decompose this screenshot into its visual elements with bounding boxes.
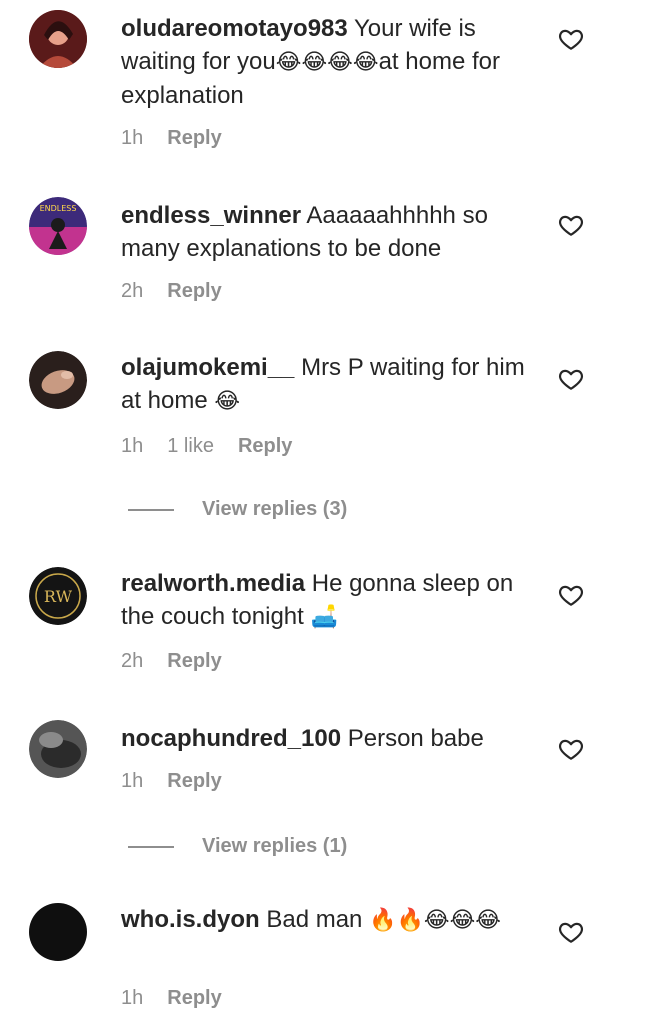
comment-meta: 1h Reply [121,987,222,1010]
avatar-image [29,351,87,409]
comment-item: oludareomotayo983 Your wife is waiting f… [0,10,659,160]
avatar[interactable]: ENDLESS [29,197,87,255]
fire-laughing-emoji: 🔥🔥😂😂😂 [369,908,501,933]
reply-button[interactable]: Reply [167,770,221,793]
laughing-emoji: 😂😂😂😂 [275,50,379,75]
avatar-text: RW [44,587,73,606]
avatar-image [29,720,87,778]
avatar[interactable] [29,10,87,68]
comment-text: nocaphundred_100 Person babe [121,725,484,752]
heart-icon[interactable] [558,26,584,52]
username[interactable]: oludareomotayo983 [121,15,348,42]
comment-meta: 1h Reply [121,127,222,150]
avatar-image: ENDLESS [29,197,87,255]
divider-line [128,845,174,848]
reply-button[interactable]: Reply [167,127,221,150]
username[interactable]: olajumokemi__ [121,354,294,381]
couch-emoji: 🛋️ [310,605,338,630]
laughing-emoji: 😂 [214,389,241,414]
avatar[interactable] [29,351,87,409]
avatar[interactable] [29,903,87,961]
comment-text: realworth.media He gonna sleep on the co… [121,570,514,630]
heart-icon[interactable] [558,212,584,238]
comment-meta: 2h Reply [121,650,222,673]
reply-button[interactable]: Reply [167,987,221,1010]
comment-item: olajumokemi__ Mrs P waiting for him at h… [0,351,659,471]
comment-item: RW realworth.media He gonna sleep on the… [0,567,659,687]
comment-text: olajumokemi__ Mrs P waiting for him at h… [121,354,525,414]
avatar-text: ENDLESS [40,204,77,213]
view-replies-button[interactable]: View replies (1) [128,835,347,858]
username[interactable]: nocaphundred_100 [121,725,341,752]
username[interactable]: who.is.dyon [121,906,260,933]
reply-button[interactable]: Reply [167,650,221,673]
timestamp: 2h [121,280,144,302]
username[interactable]: realworth.media [121,570,305,597]
comment-meta: 2h Reply [121,280,222,303]
heart-icon[interactable] [558,919,584,945]
username[interactable]: endless_winner [121,202,301,229]
avatar[interactable] [29,720,87,778]
comment-meta: 1h Reply [121,770,222,793]
heart-icon[interactable] [558,736,584,762]
divider-line [128,508,174,511]
comment-text: endless_winner Aaaaaahhhhh so many expla… [121,202,488,262]
view-replies-button[interactable]: View replies (3) [128,498,347,521]
reply-button[interactable]: Reply [238,435,292,458]
comment-meta: 1h 1 like Reply [121,435,292,458]
comment-text: who.is.dyon Bad man 🔥🔥😂😂😂 [121,906,501,933]
timestamp: 1h [121,987,144,1009]
comment-item: ENDLESS endless_winner Aaaaaahhhhh so ma… [0,197,659,317]
timestamp: 1h [121,127,144,149]
avatar-image [29,10,87,68]
heart-icon[interactable] [558,366,584,392]
heart-icon[interactable] [558,582,584,608]
like-count[interactable]: 1 like [167,435,214,458]
timestamp: 2h [121,650,144,672]
comment-text: oludareomotayo983 Your wife is waiting f… [121,15,500,109]
reply-button[interactable]: Reply [167,280,221,303]
timestamp: 1h [121,770,144,792]
avatar[interactable]: RW [29,567,87,625]
avatar-image: RW [29,567,87,625]
comment-item: nocaphundred_100 Person babe 1h Reply [0,720,659,810]
comment-item: who.is.dyon Bad man 🔥🔥😂😂😂 1h Reply [0,903,659,1013]
timestamp: 1h [121,435,144,457]
